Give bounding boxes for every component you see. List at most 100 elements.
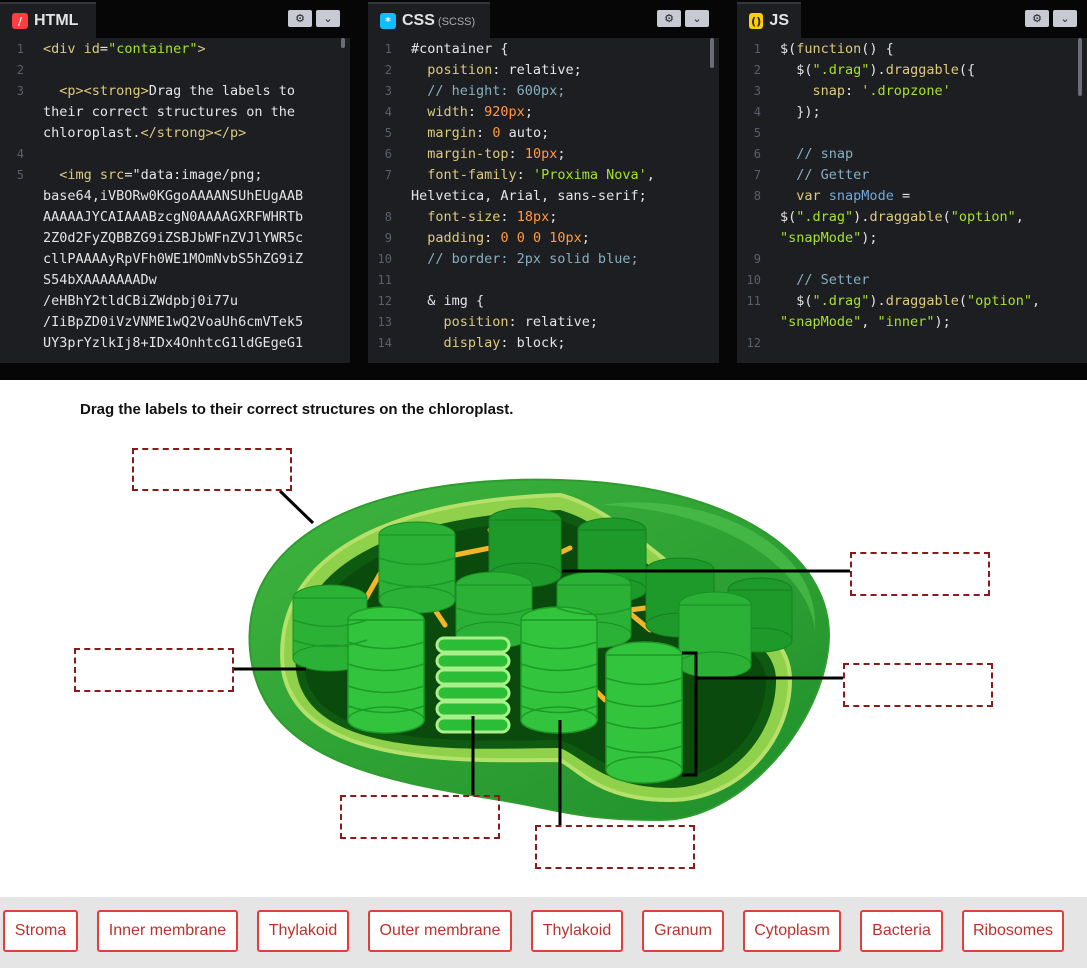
dropzone-inner-membrane[interactable] bbox=[74, 648, 234, 692]
code-line: margin-top: 10px; bbox=[427, 146, 566, 162]
code-line: <p><strong>Drag the labels to bbox=[59, 83, 296, 99]
line-number: 9 bbox=[384, 231, 392, 245]
gear-icon[interactable]: ⚙ bbox=[1025, 10, 1049, 27]
line-number: 13 bbox=[377, 315, 392, 329]
css-scrollbar[interactable] bbox=[710, 38, 714, 68]
line-number: 7 bbox=[753, 168, 761, 182]
css-tab[interactable]: * CSS (SCSS) bbox=[368, 2, 490, 38]
line-number: 1 bbox=[384, 42, 392, 56]
html-scrollbar[interactable] bbox=[341, 38, 345, 48]
code-line: chloroplast.</strong></p> bbox=[43, 125, 247, 141]
line-number: 4 bbox=[753, 105, 761, 119]
code-line: 2Z0d2FyZQBBZG9iZSBJbWFnZVJlYWR5c bbox=[43, 230, 304, 246]
dropzone-granum[interactable] bbox=[843, 663, 993, 707]
drag-label-outer-membrane[interactable]: Outer membrane bbox=[368, 910, 512, 952]
code-line: $(function() { bbox=[780, 41, 894, 57]
css-editor-pane[interactable]: * CSS (SCSS) ⚙ ⌄ 1 #container { 2 position… bbox=[368, 0, 719, 363]
line-number: 8 bbox=[753, 189, 761, 203]
js-tab[interactable]: () JS bbox=[737, 2, 801, 38]
code-line: position: relative; bbox=[427, 62, 582, 78]
code-line: display: block; bbox=[443, 335, 566, 351]
line-number: 2 bbox=[384, 63, 392, 77]
code-line: padding: 0 0 0 10px; bbox=[427, 230, 590, 246]
gear-icon[interactable]: ⚙ bbox=[657, 10, 681, 27]
html-pane-header: / HTML ⚙ ⌄ bbox=[0, 0, 350, 38]
drag-label-ribosomes[interactable]: Ribosomes bbox=[962, 910, 1064, 952]
css-tab-title: CSS bbox=[402, 12, 435, 29]
html-editor-pane[interactable]: / HTML ⚙ ⌄ 1 <div id="container"> 2 3 <p><s… bbox=[0, 0, 350, 363]
dropzone-stroma[interactable] bbox=[535, 825, 695, 869]
code-line: margin: 0 auto; bbox=[427, 125, 550, 141]
code-line: // height: 600px; bbox=[411, 83, 566, 99]
code-line: & img { bbox=[411, 293, 485, 309]
css-pane-buttons: ⚙ ⌄ bbox=[657, 10, 709, 27]
dropzone-stroma-thylakoid[interactable] bbox=[850, 552, 990, 596]
code-line: $(".drag").draggable("option", bbox=[780, 293, 1041, 309]
drag-label-granum[interactable]: Granum bbox=[642, 910, 724, 952]
js-tab-title: JS bbox=[769, 12, 789, 29]
drag-label-thylakoid[interactable]: Thylakoid bbox=[257, 910, 349, 952]
result-preview: Drag the labels to their correct structu… bbox=[0, 380, 1087, 968]
code-line: font-size: 18px; bbox=[427, 209, 558, 225]
line-number: 5 bbox=[753, 126, 761, 140]
drag-label-thylakoid-2[interactable]: Thylakoid bbox=[531, 910, 623, 952]
code-line: cllPAAAAyRpVFh0WE1MOmNvbS5hZG9iZ bbox=[43, 251, 304, 267]
line-number: 10 bbox=[377, 252, 392, 266]
chevron-down-icon[interactable]: ⌄ bbox=[1053, 10, 1077, 27]
code-line: "snapMode"); bbox=[780, 230, 878, 246]
line-number: 6 bbox=[753, 147, 761, 161]
line-number: 9 bbox=[753, 252, 761, 266]
line-number: 11 bbox=[746, 294, 761, 308]
line-number: 3 bbox=[384, 84, 392, 98]
chevron-down-icon[interactable]: ⌄ bbox=[685, 10, 709, 27]
drag-label-bacteria[interactable]: Bacteria bbox=[860, 910, 943, 952]
js-logo-icon: () bbox=[749, 13, 764, 29]
drag-label-stroma[interactable]: Stroma bbox=[3, 910, 78, 952]
code-line: font-family: 'Proxima Nova', bbox=[427, 167, 655, 183]
line-number: 2 bbox=[753, 63, 761, 77]
line-number: 1 bbox=[753, 42, 761, 56]
line-number: 7 bbox=[384, 168, 392, 182]
line-number: 5 bbox=[16, 168, 24, 182]
chevron-down-icon[interactable]: ⌄ bbox=[316, 10, 340, 27]
dropzone-outer-membrane[interactable] bbox=[132, 448, 292, 491]
code-line: // Getter bbox=[780, 167, 870, 183]
editor-panels: / HTML ⚙ ⌄ 1 <div id="container"> 2 3 <p><s… bbox=[0, 0, 1087, 380]
js-editor-pane[interactable]: () JS ⚙ ⌄ 1 $(function() { 2 $(".drag").dr… bbox=[737, 0, 1087, 363]
html-logo-icon: / bbox=[12, 13, 28, 29]
code-line: their correct structures on the bbox=[43, 104, 295, 120]
line-number: 3 bbox=[16, 84, 24, 98]
code-line: AAAAAJYCAIAAABzcgN0AAAAGXRFWHRTb bbox=[43, 209, 304, 225]
line-number: 3 bbox=[753, 84, 761, 98]
code-line: "snapMode", "inner"); bbox=[780, 314, 951, 330]
line-number: 5 bbox=[384, 126, 392, 140]
line-number: 4 bbox=[16, 147, 24, 161]
code-line: position: relative; bbox=[443, 314, 598, 330]
drag-label-inner-membrane[interactable]: Inner membrane bbox=[97, 910, 238, 952]
js-pane-buttons: ⚙ ⌄ bbox=[1025, 10, 1077, 27]
css-tab-subtitle: (SCSS) bbox=[437, 16, 476, 28]
line-number: 1 bbox=[16, 42, 24, 56]
code-line: // border: 2px solid blue; bbox=[411, 251, 639, 267]
code-line: // snap bbox=[780, 146, 854, 162]
js-scrollbar[interactable] bbox=[1078, 38, 1082, 96]
code-line: #container { bbox=[411, 41, 509, 57]
line-number: 10 bbox=[746, 273, 761, 287]
code-line: $(".drag").draggable("option", bbox=[780, 209, 1024, 225]
html-tab[interactable]: / HTML bbox=[0, 2, 96, 38]
code-line: width: 920px; bbox=[427, 104, 533, 120]
code-line: <div id="container"> bbox=[43, 41, 206, 57]
line-number: 2 bbox=[16, 63, 24, 77]
code-line: }); bbox=[780, 104, 821, 120]
label-bank: Stroma Inner membrane Thylakoid Outer me… bbox=[0, 897, 1087, 968]
instruction-text: Drag the labels to their correct structu… bbox=[80, 401, 514, 418]
drag-label-cytoplasm[interactable]: Cytoplasm bbox=[743, 910, 841, 952]
dropzone-thylakoid[interactable] bbox=[340, 795, 500, 839]
code-line: base64,iVBORw0KGgoAAAANSUhEUgAAB bbox=[43, 188, 304, 204]
gear-icon[interactable]: ⚙ bbox=[288, 10, 312, 27]
html-tab-title: HTML bbox=[34, 12, 79, 29]
line-number: 8 bbox=[384, 210, 392, 224]
code-line: // Setter bbox=[780, 272, 870, 288]
line-number: 11 bbox=[377, 273, 392, 287]
code-line: Helvetica, Arial, sans-serif; bbox=[411, 188, 647, 204]
